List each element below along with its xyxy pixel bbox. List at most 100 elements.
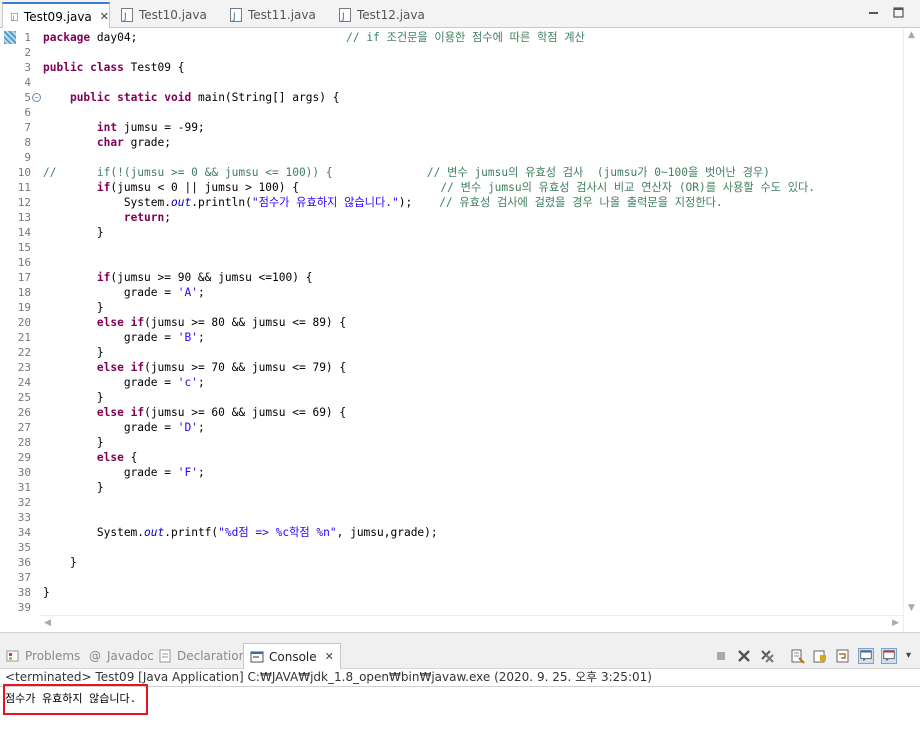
code-line[interactable]: 25 } (0, 390, 884, 405)
remove-all-terminated-icon[interactable] (759, 648, 775, 664)
java-file-icon: J (230, 8, 242, 22)
code-line[interactable]: 12 System.out.println("점수가 유효하지 않습니다.");… (0, 195, 884, 210)
close-icon[interactable]: ✕ (100, 10, 109, 23)
code-line[interactable]: 28 } (0, 435, 884, 450)
code-line[interactable]: 21 grade = 'B'; (0, 330, 884, 345)
code-line[interactable]: 11 if(jumsu < 0 || jumsu > 100) { // 변수 … (0, 180, 884, 195)
line-number: 38 (17, 586, 31, 599)
code-line[interactable]: 22 } (0, 345, 884, 360)
scroll-right-icon[interactable]: ▶ (892, 618, 899, 628)
line-number: 6 (24, 106, 31, 119)
code-line[interactable]: 10 // if(!(jumsu >= 0 && jumsu <= 100)) {… (0, 165, 884, 180)
clear-console-icon[interactable] (789, 648, 805, 664)
code-editor[interactable]: 1 package day04; // if 조건문을 이용한 점수에 따른 학점… (0, 28, 920, 633)
code-line[interactable]: 26 else if(jumsu >= 60 && jumsu <= 69) { (0, 405, 884, 420)
code-line[interactable]: 36 } (0, 555, 884, 570)
tab-declaration[interactable]: Declaration (158, 645, 246, 667)
code-line[interactable]: 1 package day04; // if 조건문을 이용한 점수에 따른 학점… (0, 30, 884, 45)
code-line[interactable]: 3 public class Test09 { (0, 60, 884, 75)
scroll-lock-icon[interactable] (812, 648, 828, 664)
code-line[interactable]: 7 int jumsu = -99; (0, 120, 884, 135)
code-line[interactable]: 24 grade = 'c'; (0, 375, 884, 390)
code-line[interactable]: 14 } (0, 225, 884, 240)
tab-problems[interactable]: Problems (6, 645, 80, 667)
code-line[interactable]: 17 if(jumsu >= 90 && jumsu <=100) { (0, 270, 884, 285)
minimize-icon[interactable] (868, 7, 879, 18)
code-text: } (43, 436, 104, 449)
line-number: 36 (17, 556, 31, 569)
tab-label: Problems (25, 649, 81, 663)
line-number: 5 (24, 91, 31, 104)
code-line[interactable]: 27 grade = 'D'; (0, 420, 884, 435)
line-number: 10 (17, 166, 31, 179)
code-line[interactable]: 38} (0, 585, 884, 600)
code-line[interactable]: 6 (0, 105, 884, 120)
tab-test11[interactable]: J Test11.java (222, 2, 330, 28)
line-number: 31 (17, 481, 31, 494)
word-wrap-icon[interactable] (835, 648, 851, 664)
code-text: } (43, 481, 104, 494)
scroll-left-icon[interactable]: ◀ (44, 618, 51, 628)
code-line[interactable]: 31 } (0, 480, 884, 495)
code-line[interactable]: 9 (0, 150, 884, 165)
horizontal-scrollbar[interactable]: ◀ ▶ (40, 615, 903, 632)
code-text: if(jumsu < 0 || jumsu > 100) { // 변수 jum… (96, 181, 816, 194)
code-text: grade = 'F'; (43, 466, 205, 479)
code-text: } (43, 391, 104, 404)
code-line[interactable]: 34 System.out.printf("%d점 => %c학점 %n", j… (0, 525, 884, 540)
line-number: 14 (17, 226, 31, 239)
line-number: 34 (17, 526, 31, 539)
line-number: 24 (17, 376, 31, 389)
code-line[interactable]: 19 } (0, 300, 884, 315)
remove-launch-icon[interactable] (736, 648, 752, 664)
tab-label: Test09.java (23, 9, 92, 24)
fold-collapse-icon[interactable]: − (32, 93, 41, 102)
tab-javadoc[interactable]: @ Javadoc (88, 645, 154, 667)
show-console-on-stderr-icon[interactable] (881, 648, 897, 664)
close-icon[interactable]: ✕ (325, 650, 334, 663)
console-icon (250, 651, 264, 662)
code-text: System.out.println("점수가 유효하지 않습니다."); //… (43, 196, 723, 209)
line-number: 12 (17, 196, 31, 209)
code-line[interactable]: 15 (0, 240, 884, 255)
declaration-icon (159, 649, 171, 663)
maximize-icon[interactable] (893, 7, 904, 18)
tab-test12[interactable]: J Test12.java (331, 2, 439, 28)
line-number: 22 (17, 346, 31, 359)
code-text: System.out.printf("%d점 => %c학점 %n", jums… (43, 526, 438, 539)
tab-test10[interactable]: J Test10.java (113, 2, 221, 28)
view-menu-chevron-icon[interactable]: ▾ (906, 650, 911, 661)
code-text: int jumsu = -99; (96, 121, 205, 134)
code-area[interactable]: 1 package day04; // if 조건문을 이용한 점수에 따른 학점… (0, 30, 884, 615)
tab-console[interactable]: Console ✕ (243, 643, 341, 669)
code-line[interactable]: 33 (0, 510, 884, 525)
code-text: } (43, 346, 104, 359)
code-line[interactable]: 4 (0, 75, 884, 90)
scroll-down-icon[interactable]: ▼ (908, 603, 915, 613)
vertical-scrollbar[interactable]: ▲ ▼ (903, 28, 920, 632)
line-number: 15 (17, 241, 31, 254)
tab-test09[interactable]: J Test09.java ✕ (2, 2, 110, 29)
code-line[interactable]: 13 return; (0, 210, 884, 225)
code-line[interactable]: 32 (0, 495, 884, 510)
code-line[interactable]: 29 else { (0, 450, 884, 465)
code-line[interactable]: 35 (0, 540, 884, 555)
code-line[interactable]: 2 (0, 45, 884, 60)
svg-text:J: J (123, 12, 127, 22)
show-console-on-stdout-icon[interactable] (858, 648, 874, 664)
terminate-icon[interactable] (713, 648, 729, 664)
code-text: grade = 'A'; (43, 286, 205, 299)
code-line[interactable]: 18 grade = 'A'; (0, 285, 884, 300)
code-line[interactable]: 37 (0, 570, 884, 585)
line-number: 37 (17, 571, 31, 584)
code-line[interactable]: 39 (0, 600, 884, 615)
tab-label: Declaration (177, 649, 247, 663)
code-line[interactable]: 8 char grade; (0, 135, 884, 150)
code-line[interactable]: 16 (0, 255, 884, 270)
code-line[interactable]: 20 else if(jumsu >= 80 && jumsu <= 89) { (0, 315, 884, 330)
line-number: 18 (17, 286, 31, 299)
code-line[interactable]: 30 grade = 'F'; (0, 465, 884, 480)
code-line[interactable]: 5− public static void main(String[] args… (0, 90, 884, 105)
scroll-up-icon[interactable]: ▲ (908, 30, 915, 40)
code-line[interactable]: 23 else if(jumsu >= 70 && jumsu <= 79) { (0, 360, 884, 375)
